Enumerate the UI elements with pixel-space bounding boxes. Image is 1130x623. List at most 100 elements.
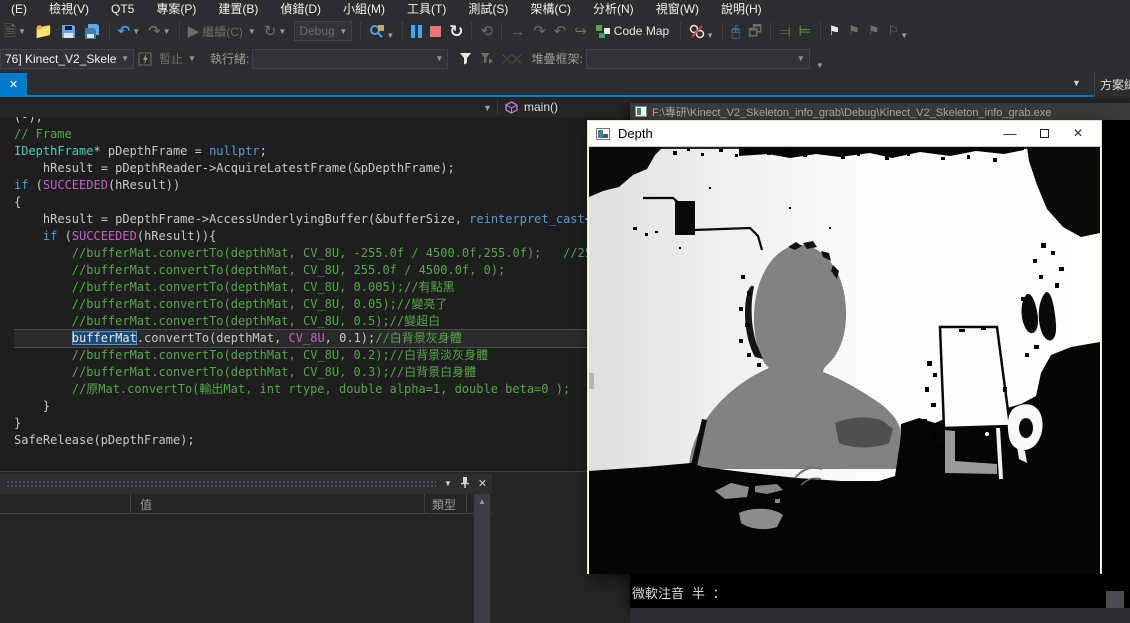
process-combo[interactable]: 76] Kinect_V2_Skeleton_info_▼ xyxy=(0,48,134,69)
funnel-flag-icon xyxy=(481,53,494,64)
code-line: //bufferMat.convertTo(depthMat, CV_8U, 0… xyxy=(14,314,441,328)
window-menu-icon[interactable]: ▼ xyxy=(444,479,452,488)
prev-bookmark-button[interactable]: ⚑ xyxy=(845,20,863,42)
code-line: } xyxy=(14,416,22,430)
code-line: } xyxy=(14,399,51,413)
new-file-button[interactable]: 🗎 ▼ xyxy=(1,20,29,42)
open-file-button[interactable]: 📁 xyxy=(31,20,56,42)
ime-indicator: 微軟注音 半 ： xyxy=(632,587,726,602)
types-dropdown[interactable]: ▼ xyxy=(483,103,492,113)
code-line: //bufferMat.convertTo(depthMat, CV_8U, 0… xyxy=(14,280,455,294)
magnifier-icon xyxy=(370,24,385,38)
find-breakpoint-button[interactable]: ▼ xyxy=(366,20,397,42)
menu-item-8[interactable]: 測試(S) xyxy=(457,0,519,17)
code-line: //bufferMat.convertTo(depthMat, CV_8U, 0… xyxy=(14,348,489,362)
debug-location-toolbar: 76] Kinect_V2_Skeleton_info_▼ 暫止 ▼ 執行緒: … xyxy=(0,45,1130,72)
step-over-button[interactable]: ↶ xyxy=(551,20,570,42)
stack-frame-combo[interactable]: ▼ xyxy=(585,48,810,69)
console-title-text: F:\專研\Kinect_V2_Skeleton_info_grab\Debug… xyxy=(652,106,1052,119)
restart-button[interactable]: ↻ xyxy=(446,20,466,42)
apply-code-changes-button[interactable]: ⟲ xyxy=(477,20,496,42)
depth-window[interactable]: Depth — × xyxy=(587,120,1102,574)
menu-item-11[interactable]: 視窗(W) xyxy=(645,0,710,17)
bookmarks-more-button[interactable]: ⚐ ▼ xyxy=(885,20,912,42)
menu-item-4[interactable]: 建置(B) xyxy=(207,0,269,17)
stack-frame-label: 堆疊框架: xyxy=(531,52,583,66)
menu-item-6[interactable]: 小組(M) xyxy=(332,0,396,17)
menu-item-5[interactable]: 偵錯(D) xyxy=(269,0,332,17)
show-next-statement-button[interactable]: → xyxy=(507,20,528,42)
indent-button[interactable]: ⫤ xyxy=(776,20,793,42)
bookmark-button[interactable]: ⚑ xyxy=(826,20,844,42)
menu-item-10[interactable]: 分析(N) xyxy=(582,0,645,17)
stop-debugging-button[interactable] xyxy=(427,20,444,42)
step-into-button[interactable]: ↷ xyxy=(530,20,549,42)
debug-target-combo[interactable]: Debug ▼ xyxy=(294,21,353,41)
menu-item-9[interactable]: 架構(C) xyxy=(519,0,582,17)
code-line: hResult = pDepthFrame->AccessUnderlyingB… xyxy=(14,212,614,226)
code-line-current: bufferMat.convertTo(depthMat, CV_8U, 0.1… xyxy=(14,330,614,347)
depth-titlebar[interactable]: Depth — × xyxy=(588,121,1101,147)
undo-button[interactable]: ↶ ▼ xyxy=(115,20,144,42)
tab-list-dropdown[interactable]: ▼ xyxy=(1072,78,1081,88)
reset-threads-button[interactable]: ⤫⤫ xyxy=(499,48,524,70)
area-below-console xyxy=(630,608,1130,623)
step-out-button[interactable]: ↪ xyxy=(571,20,590,42)
lightning-icon xyxy=(138,52,152,65)
filter-threads-button[interactable] xyxy=(456,48,475,70)
next-bookmark-button[interactable]: ⚑ xyxy=(865,20,883,42)
flag-threads-button[interactable] xyxy=(477,48,497,70)
stop-icon xyxy=(430,25,442,37)
document-tab-strip: ✕ ▼ 方案總管 xyxy=(0,72,1130,97)
navigate-forward-button[interactable]: 🗗 xyxy=(745,20,765,42)
navigate-back-button[interactable]: 🖰 xyxy=(728,20,743,42)
standard-toolbar: 🗎 ▼ 📁 ↶ ▼ ↷ ▼ ▶ 繼續(C) ▼ ↻ ▼ Debug ▼ ▼ ↻ ⟲ xyxy=(0,17,1130,45)
save-all-button[interactable] xyxy=(81,20,104,42)
outdent-button[interactable]: ⊨ xyxy=(796,20,815,42)
maximize-icon xyxy=(1039,129,1049,138)
menu-item-1[interactable]: 檢視(V) xyxy=(38,0,100,17)
code-map-button[interactable]: Code Map xyxy=(592,20,675,42)
threads-label: 執行緒: xyxy=(209,52,250,66)
break-all-button[interactable] xyxy=(408,20,425,42)
suspend-icon-button[interactable] xyxy=(135,48,155,70)
continue-button[interactable]: ▶ 繼續(C) ▼ xyxy=(185,20,259,42)
method-icon xyxy=(505,100,518,114)
pin-icon[interactable] xyxy=(460,476,470,491)
members-dropdown[interactable]: main() xyxy=(505,97,558,117)
disable-breakpoints-button[interactable]: ▼ xyxy=(686,20,717,42)
threads-combo[interactable]: ▼ xyxy=(252,48,449,69)
vs-ide-window: (E) 檢視(V) QT5 專案(P) 建置(B) 偵錯(D) 小組(M) 工具(T) 測試(S… xyxy=(0,0,1130,623)
minimize-button[interactable]: — xyxy=(993,122,1027,146)
code-line: // Frame xyxy=(14,127,72,141)
code-line: if (SUCCEEDED(hResult)) xyxy=(14,178,181,192)
menu-bar: (E) 檢視(V) QT5 專案(P) 建置(B) 偵錯(D) 小組(M) 工具(T) 測試(S… xyxy=(0,0,1130,17)
menu-item-3[interactable]: 專案(P) xyxy=(145,0,207,17)
console-titlebar[interactable]: F:\專研\Kinect_V2_Skeleton_info_grab\Debug… xyxy=(630,103,1130,120)
code-line: IDepthFrame* pDepthFrame = nullptr; xyxy=(14,144,267,158)
code-line: (-); xyxy=(14,117,43,124)
menu-item-2[interactable]: QT5 xyxy=(100,2,145,16)
close-button[interactable]: × xyxy=(1061,122,1095,146)
code-lines: (-); // Frame IDepthFrame* pDepthFrame = n… xyxy=(14,117,614,449)
maximize-button[interactable] xyxy=(1027,122,1061,146)
code-map-icon xyxy=(595,24,610,38)
value-column-header: 值 xyxy=(140,498,153,512)
console-icon xyxy=(635,106,647,117)
close-icon[interactable]: ✕ xyxy=(478,477,487,490)
restart-debug-button[interactable]: ↻ ▼ xyxy=(261,20,290,42)
menu-item-7[interactable]: 工具(T) xyxy=(396,0,457,17)
close-icon: ✕ xyxy=(8,78,19,91)
watch-column-headers[interactable]: 值 類型 xyxy=(0,494,492,514)
redo-button[interactable]: ↷ ▼ xyxy=(145,20,174,42)
solution-explorer-tab[interactable]: 方案總管 xyxy=(1094,72,1130,97)
watch-panel-titlebar[interactable]: ▼ ✕ xyxy=(0,474,492,494)
suspend-label[interactable]: 暫止 xyxy=(159,50,183,67)
save-icon xyxy=(61,24,75,38)
funnel-icon xyxy=(460,53,472,65)
menu-item-12[interactable]: 說明(H) xyxy=(710,0,773,17)
active-tab-close-button[interactable]: ✕ xyxy=(0,73,27,95)
watch-scrollbar[interactable]: ▲ xyxy=(474,494,490,623)
menu-item-0[interactable]: (E) xyxy=(0,2,38,16)
save-button[interactable] xyxy=(58,20,79,42)
